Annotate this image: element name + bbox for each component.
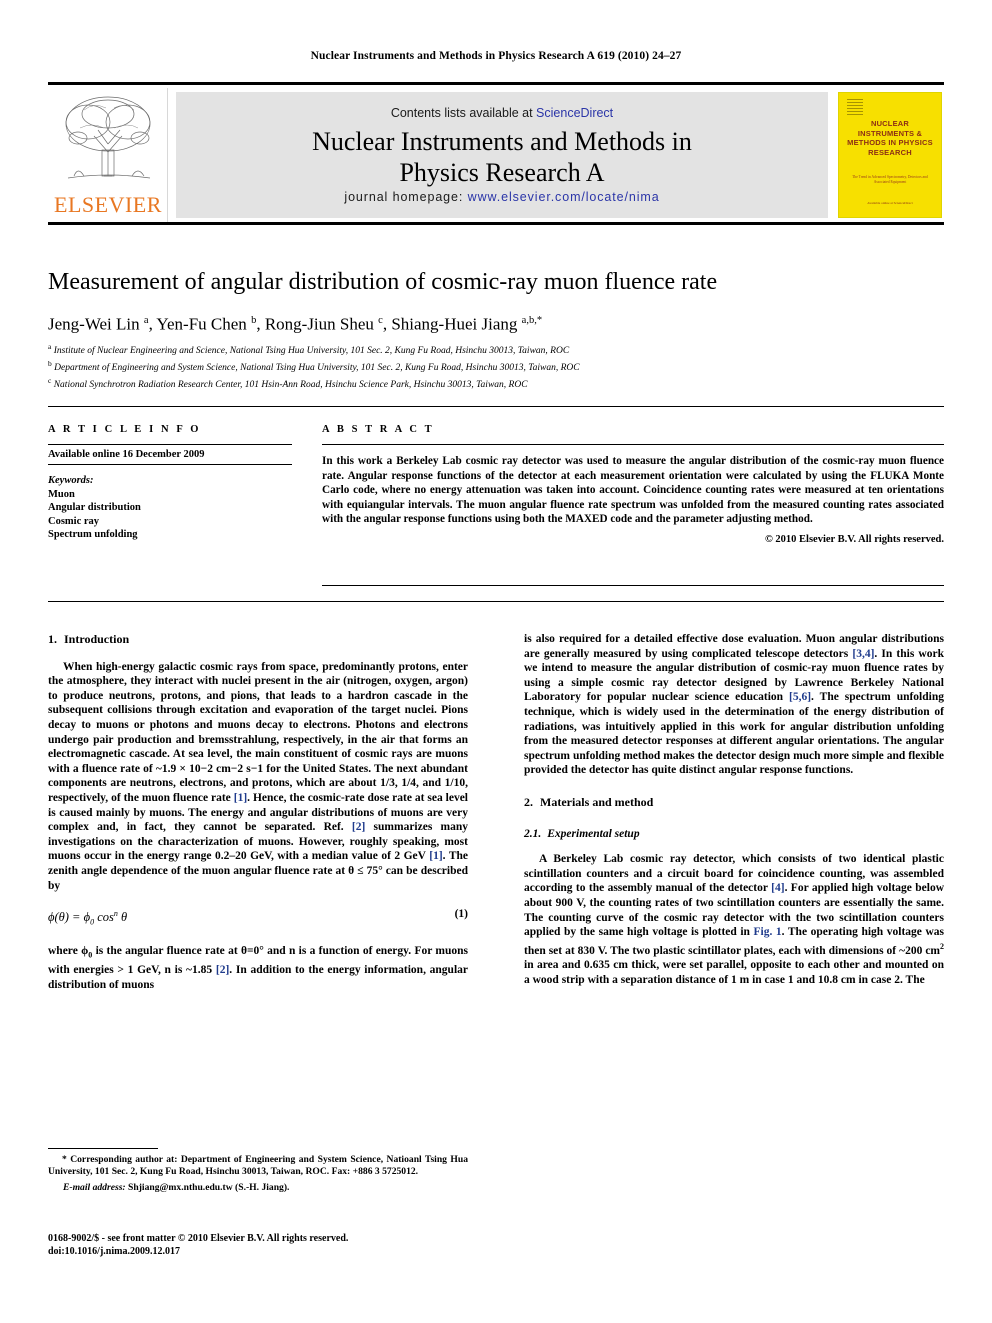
abstract-heading: A B S T R A C T — [322, 424, 435, 435]
rintro-text-c: . The spectrum unfolding technique, whic… — [524, 691, 944, 777]
keyword-item: Muon — [48, 488, 75, 500]
keyword-item: Angular distribution — [48, 502, 141, 513]
abstract-rule — [322, 444, 944, 445]
citation-link[interactable]: [4] — [771, 882, 784, 894]
citation-link[interactable]: [1] — [234, 792, 247, 804]
journal-title-line1: Nuclear Instruments and Methods in — [312, 127, 692, 156]
intro-text-a: When high-energy galactic cosmic rays fr… — [48, 660, 468, 775]
citation-link[interactable]: [2] — [352, 821, 365, 833]
author-list: Jeng-Wei Lin a, Yen-Fu Chen b, Rong-Jiun… — [48, 314, 543, 334]
section-1-number: 1. — [48, 632, 57, 646]
affiliation-b: b Department of Engineering and System S… — [48, 358, 580, 373]
section-heading-1: 1. Introduction — [48, 632, 468, 647]
fluence-rate-value: ~1.9 × 10−2 cm−2 s−1 — [155, 762, 264, 775]
elsevier-logo: ELSEVIER — [48, 88, 168, 222]
sciencedirect-link[interactable]: ScienceDirect — [536, 106, 613, 120]
doi-line[interactable]: doi:10.1016/j.nima.2009.12.017 — [48, 1245, 468, 1258]
cover-publisher-icon — [847, 99, 863, 115]
section-1-title: Introduction — [64, 632, 130, 646]
issn-copyright-block: 0168-9002/$ - see front matter © 2010 El… — [48, 1232, 468, 1258]
citation-link[interactable]: [1] — [429, 850, 442, 862]
journal-homepage-line: journal homepage: www.elsevier.com/locat… — [176, 190, 828, 204]
section-2-number: 2. — [524, 794, 533, 809]
abstract-text: In this work a Berkeley Lab cosmic ray d… — [322, 455, 944, 526]
abstract-block: A B S T R A C T In this work a Berkeley … — [322, 424, 944, 545]
section-2-1-number: 2.1. — [524, 827, 542, 840]
footnote-rule — [48, 1148, 158, 1149]
article-info-block: A R T I C L E I N F O Available online 1… — [48, 424, 292, 542]
info-divider-top — [48, 406, 944, 407]
keywords-block: Keywords: Muon Angular distribution Cosm… — [48, 474, 292, 542]
keyword-item: Cosmic ray — [48, 515, 100, 527]
citation-link[interactable]: [5,6] — [789, 691, 811, 703]
footnote-email: E-mail address: Shjiang@mx.nthu.edu.tw (… — [48, 1182, 468, 1194]
journal-homepage-link[interactable]: www.elsevier.com/locate/nima — [468, 190, 660, 204]
paragraph-intro-cont: is also required for a detailed effectiv… — [524, 632, 944, 778]
citation-link[interactable]: [2] — [216, 964, 229, 976]
section-heading-2: 2. Materials and method — [524, 795, 944, 810]
affiliation-c: c National Synchrotron Radiation Researc… — [48, 375, 528, 390]
homepage-prefix: journal homepage: — [344, 190, 468, 204]
equation-1-number: (1) — [454, 908, 468, 921]
article-title: Measurement of angular distribution of c… — [48, 269, 718, 295]
journal-title-line2: Physics Research A — [399, 158, 605, 187]
paragraph-intro: When high-energy galactic cosmic rays fr… — [48, 660, 468, 894]
body-column-right: is also required for a detailed effectiv… — [524, 632, 944, 987]
contents-prefix: Contents lists available at — [390, 106, 537, 120]
figure-reference-link[interactable]: Fig. 1 — [754, 926, 782, 938]
issn-line: 0168-9002/$ - see front matter © 2010 El… — [48, 1233, 349, 1244]
journal-masthead: ELSEVIER Contents lists available at Sci… — [48, 82, 944, 225]
available-online-date: Available online 16 December 2009 — [48, 445, 292, 465]
section-2-title: Materials and method — [540, 794, 654, 809]
running-head: Nuclear Instruments and Methods in Physi… — [310, 50, 682, 62]
masthead-center-panel: Contents lists available at ScienceDirec… — [176, 92, 828, 218]
equation-1: ϕ(θ) = ϕ0 cosn θ (1) — [48, 907, 468, 930]
footnote-corresponding-text: Corresponding author at: Department of E… — [48, 1154, 468, 1177]
equation-1-body: ϕ(θ) = ϕ0 cosn θ — [48, 909, 128, 927]
citation-link[interactable]: [3,4] — [852, 648, 874, 660]
article-info-heading: A R T I C L E I N F O — [48, 424, 202, 435]
contents-available-line: Contents lists available at ScienceDirec… — [176, 106, 828, 120]
journal-title: Nuclear Instruments and Methods in Physi… — [176, 126, 828, 188]
footnote-corresponding: * Corresponding author at: Department of… — [48, 1154, 468, 1178]
corresponding-author-footnote: * Corresponding author at: Department of… — [48, 1148, 468, 1194]
paper-page: Nuclear Instruments and Methods in Physi… — [0, 0, 992, 1323]
keywords-label: Keywords: — [48, 475, 94, 486]
abstract-divider — [322, 585, 944, 586]
paragraph-equation-note: where ϕ0 is the angular fluence rate at … — [48, 944, 468, 992]
cover-title: NUCLEAR INSTRUMENTS & METHODS IN PHYSICS… — [847, 119, 933, 157]
abstract-copyright: © 2010 Elsevier B.V. All rights reserved… — [764, 533, 944, 545]
elsevier-wordmark: ELSEVIER — [54, 192, 162, 217]
section-heading-2-1: 2.1. Experimental setup — [524, 827, 944, 842]
body-divider — [48, 601, 944, 602]
paragraph-experimental-setup: A Berkeley Lab cosmic ray detector, whic… — [524, 852, 944, 987]
cover-subtitle: The Trend in Advanced Spectrometry, Dete… — [852, 175, 928, 184]
footnote-email-address[interactable]: Shjiang@mx.nthu.edu.tw (S.-H. Jiang). — [126, 1182, 289, 1193]
cover-footer: Available online at ScienceDirect — [867, 201, 913, 205]
elsevier-tree-icon — [54, 92, 162, 188]
footnote-email-label: E-mail address: — [63, 1182, 126, 1193]
body-column-left: 1. Introduction When high-energy galactic… — [48, 632, 468, 992]
affiliation-a: a Institute of Nuclear Engineering and S… — [48, 342, 570, 357]
keyword-item: Spectrum unfolding — [48, 529, 138, 540]
journal-cover-thumbnail: NUCLEAR INSTRUMENTS & METHODS IN PHYSICS… — [838, 92, 942, 218]
affiliation-list: a Institute of Nuclear Engineering and S… — [48, 341, 918, 391]
section-2-1-title: Experimental setup — [547, 827, 640, 840]
